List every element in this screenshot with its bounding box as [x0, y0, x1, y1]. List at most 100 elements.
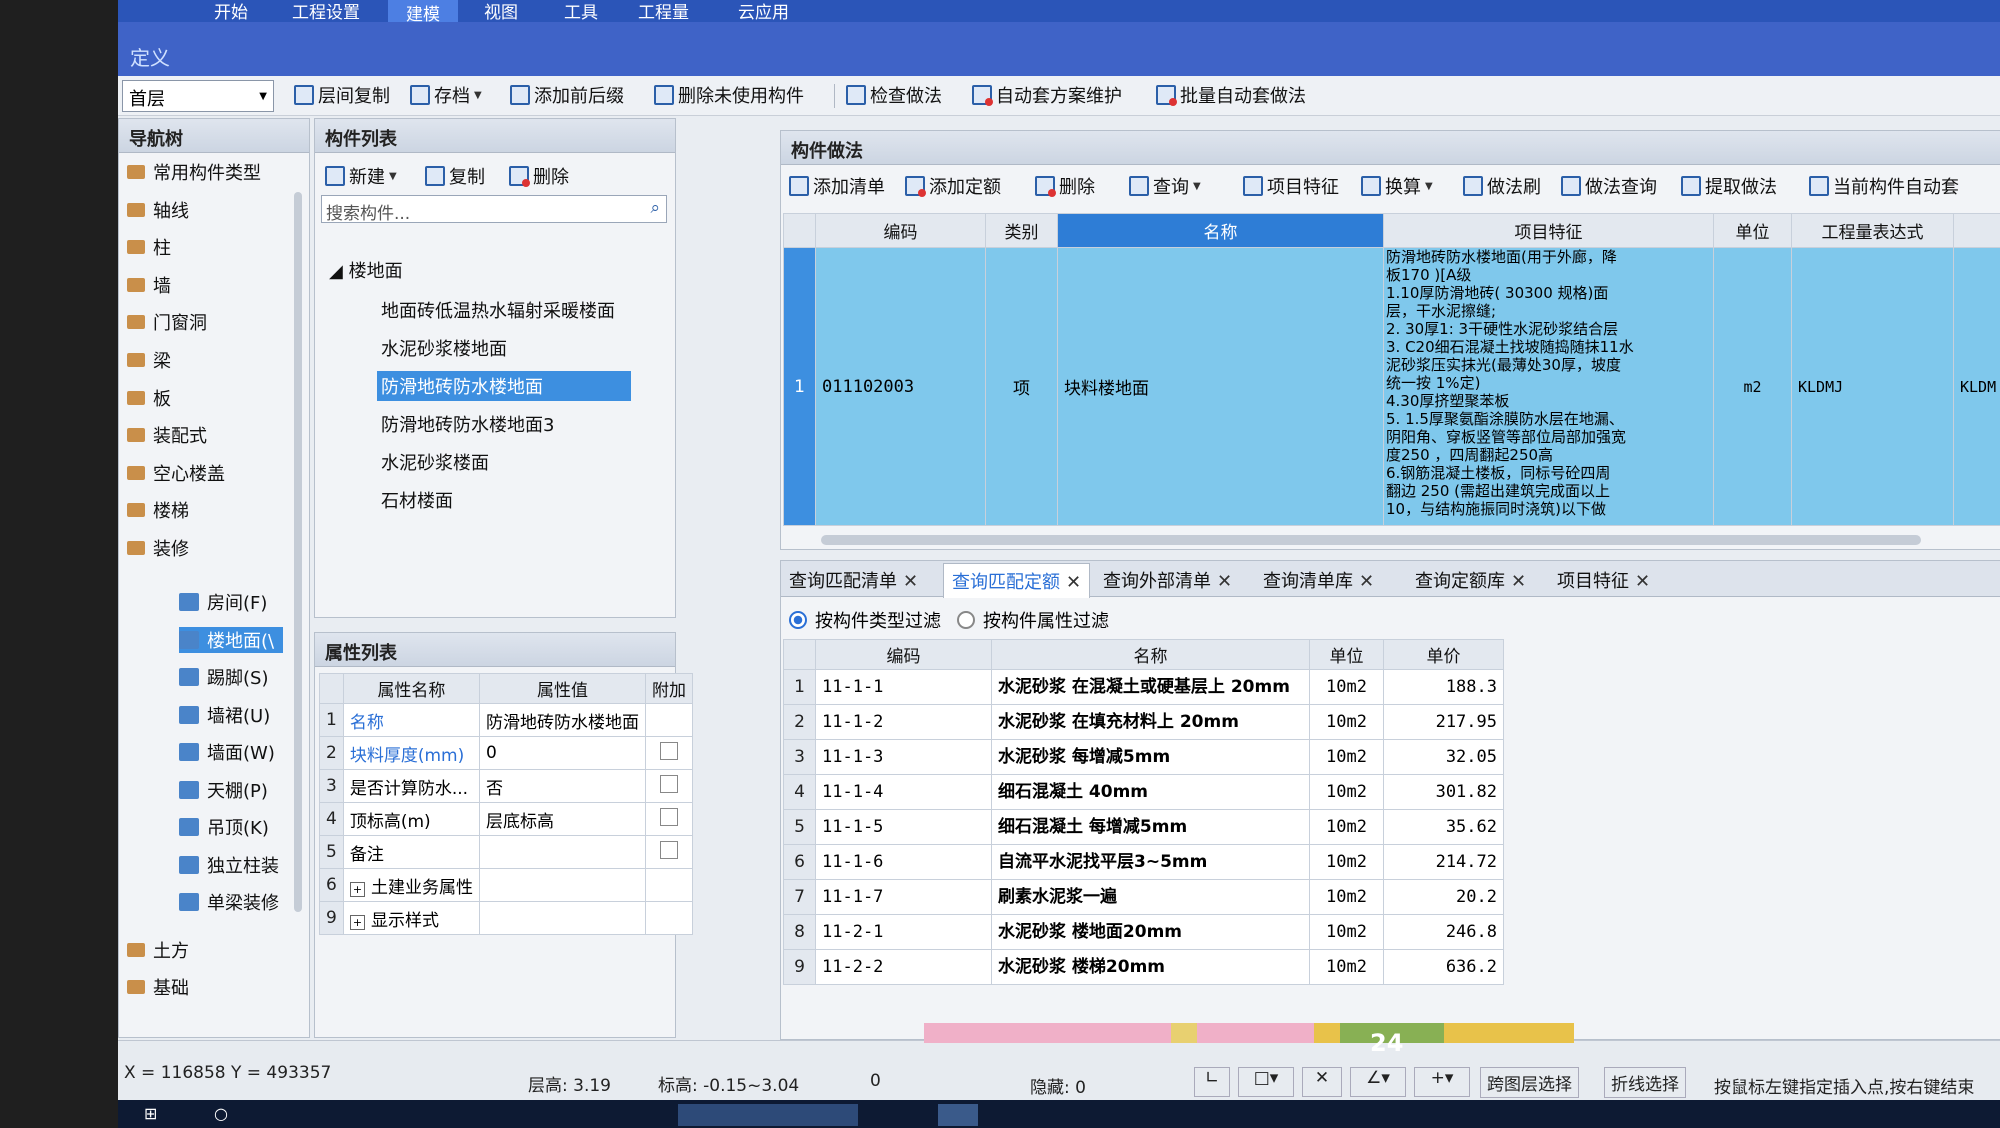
copy-component-button[interactable]: 复制 — [425, 163, 485, 189]
menu-tools[interactable]: 工具 — [564, 0, 598, 23]
quota-code[interactable]: 11-1-5 — [815, 809, 992, 845]
quota-price[interactable]: 214.72 — [1383, 844, 1504, 880]
query-row[interactable]: 3 11-1-3 水泥砂浆 每增减5mm 10m2 32.05 — [783, 739, 1504, 775]
nav-sub-item[interactable]: 房间(F) — [179, 589, 283, 615]
quota-name[interactable]: 水泥砂浆 在混凝土或硬基层上 20mm — [991, 669, 1310, 705]
quota-price[interactable]: 217.95 — [1383, 704, 1504, 740]
nav-item[interactable]: 空心楼盖 — [127, 460, 225, 486]
nav-sub-item[interactable]: 独立柱装 — [179, 852, 283, 878]
row-expression[interactable]: KLDMJ — [1791, 247, 1954, 526]
nav-sub-item[interactable]: 墙面(W) — [179, 739, 283, 765]
method-button[interactable]: 添加定额 — [905, 173, 1001, 199]
quota-unit[interactable]: 10m2 — [1309, 809, 1384, 845]
nav-item[interactable]: 土方 — [127, 937, 189, 963]
query-row[interactable]: 2 11-1-2 水泥砂浆 在填充材料上 20mm 10m2 217.95 — [783, 704, 1504, 740]
close-icon[interactable]: ✕ — [1511, 571, 1526, 592]
query-tab[interactable]: 项目特征 ✕ — [1557, 567, 1650, 593]
quota-name[interactable]: 细石混凝土 40mm — [991, 774, 1310, 810]
quota-name[interactable]: 自流平水泥找平层3~5mm — [991, 844, 1310, 880]
property-value[interactable] — [479, 868, 647, 902]
delete-unused-button[interactable]: 删除未使用构件 — [654, 82, 804, 108]
close-icon[interactable]: ✕ — [1066, 572, 1081, 593]
component-item[interactable]: 水泥砂浆楼面 — [377, 447, 493, 477]
filter-type-radio[interactable]: 按构件类型过滤 — [789, 607, 941, 633]
menu-view[interactable]: 视图 — [484, 0, 518, 23]
query-row[interactable]: 6 11-1-6 自流平水泥找平层3~5mm 10m2 214.72 — [783, 844, 1504, 880]
quota-unit[interactable]: 10m2 — [1309, 949, 1384, 985]
nav-item[interactable]: 板 — [127, 385, 171, 411]
component-item[interactable]: 地面砖低温热水辐射采暖楼面 — [377, 295, 619, 325]
copy-between-floors-button[interactable]: 层间复制 — [294, 82, 390, 108]
quota-name[interactable]: 细石混凝土 每增减5mm — [991, 809, 1310, 845]
close-icon[interactable]: ✕ — [903, 571, 918, 592]
tree-group-floor[interactable]: ◢ 楼地面 — [329, 257, 403, 283]
nav-item[interactable]: 梁 — [127, 347, 171, 373]
property-row[interactable]: 6 + 土建业务属性 — [319, 868, 694, 902]
quota-name[interactable]: 水泥砂浆 楼地面20mm — [991, 914, 1310, 950]
windows-start-icon[interactable]: ⊞ — [144, 1104, 157, 1123]
query-row[interactable]: 7 11-1-7 刷素水泥浆一遍 10m2 20.2 — [783, 879, 1504, 915]
nav-item[interactable]: 常用构件类型 — [127, 159, 261, 185]
nav-item[interactable]: 墙 — [127, 272, 171, 298]
nav-item[interactable]: 装配式 — [127, 422, 207, 448]
row-unit[interactable]: m2 — [1713, 247, 1792, 526]
quota-unit[interactable]: 10m2 — [1309, 774, 1384, 810]
method-button[interactable]: 删除 — [1035, 173, 1095, 199]
quota-name[interactable]: 水泥砂浆 每增减5mm — [991, 739, 1310, 775]
close-icon[interactable]: ✕ — [1635, 571, 1650, 592]
method-button[interactable]: 添加清单 — [789, 173, 885, 199]
horizontal-scrollbar[interactable] — [821, 535, 1921, 545]
attach-checkbox[interactable] — [660, 840, 679, 859]
method-button[interactable]: 项目特征 — [1243, 173, 1339, 199]
component-item[interactable]: 石材楼面 — [377, 485, 457, 515]
close-icon[interactable]: ✕ — [1217, 571, 1232, 592]
nav-sub-item[interactable]: 单梁装修 — [179, 889, 283, 915]
add-prefix-suffix-button[interactable]: 添加前后缀 — [510, 82, 624, 108]
quota-price[interactable]: 246.8 — [1383, 914, 1504, 950]
quota-code[interactable]: 11-2-1 — [815, 914, 992, 950]
property-row[interactable]: 2 块料厚度(mm) 0 — [319, 736, 694, 770]
property-value[interactable]: 否 — [479, 769, 647, 803]
nav-item[interactable]: 楼梯 — [127, 497, 189, 523]
angle-icon[interactable]: ∠▾ — [1350, 1067, 1406, 1097]
menu-cloud[interactable]: 云应用 — [738, 0, 789, 23]
menu-quantities[interactable]: 工程量 — [638, 0, 689, 23]
query-tab[interactable]: 查询定额库 ✕ — [1415, 567, 1526, 593]
property-value[interactable] — [479, 835, 647, 869]
nav-sub-item[interactable]: 墙裙(U) — [179, 702, 283, 728]
row-code[interactable]: 011102003 — [815, 247, 986, 526]
quota-unit[interactable]: 10m2 — [1309, 669, 1384, 705]
check-method-button[interactable]: 检查做法 — [846, 82, 942, 108]
quota-code[interactable]: 11-1-2 — [815, 704, 992, 740]
row-feature[interactable]: 防滑地砖防水楼地面(用于外廊，降 板170 )[A级 1.10厚防滑地砖( 3030… — [1383, 247, 1714, 526]
component-item[interactable]: 防滑地砖防水楼地面3 — [377, 409, 558, 439]
search-icon[interactable]: ⌕ — [650, 198, 660, 218]
method-button[interactable]: 当前构件自动套 — [1809, 173, 1959, 199]
quota-price[interactable]: 636.2 — [1383, 949, 1504, 985]
quota-code[interactable]: 11-1-7 — [815, 879, 992, 915]
method-row[interactable]: 1 011102003 项 块料楼地面 防滑地砖防水楼地面(用于外廊，降 板170… — [783, 247, 2000, 526]
component-item[interactable]: 水泥砂浆楼地面 — [377, 333, 511, 363]
nav-sub-item[interactable]: 踢脚(S) — [179, 664, 283, 690]
query-row[interactable]: 5 11-1-5 细石混凝土 每增减5mm 10m2 35.62 — [783, 809, 1504, 845]
quota-code[interactable]: 11-1-6 — [815, 844, 992, 880]
menu-modeling[interactable]: 建模 — [388, 0, 458, 25]
taskbar-app[interactable] — [678, 1104, 858, 1126]
property-value[interactable]: 层底标高 — [479, 802, 647, 836]
cross-layer-select-button[interactable]: 跨图层选择 — [1480, 1067, 1579, 1098]
close-icon[interactable]: ✕ — [1359, 571, 1374, 592]
quota-code[interactable]: 11-1-1 — [815, 669, 992, 705]
quota-unit[interactable]: 10m2 — [1309, 914, 1384, 950]
method-button[interactable]: 换算 ▼ — [1361, 173, 1433, 199]
query-tab[interactable]: 查询匹配定额 ✕ — [943, 563, 1091, 598]
property-row[interactable]: 9 + 显示样式 — [319, 901, 694, 935]
auto-scheme-button[interactable]: 自动套方案维护 — [972, 82, 1122, 108]
attach-checkbox[interactable] — [660, 774, 679, 793]
select-box-icon[interactable]: □▾ — [1238, 1067, 1294, 1097]
quota-price[interactable]: 35.62 — [1383, 809, 1504, 845]
search-icon[interactable]: ○ — [214, 1104, 228, 1123]
nav-sub-item[interactable]: 吊顶(K) — [179, 814, 283, 840]
archive-button[interactable]: 存档 ▼ — [410, 82, 482, 108]
nav-scrollbar[interactable] — [294, 192, 302, 912]
menu-project-settings[interactable]: 工程设置 — [292, 0, 360, 23]
